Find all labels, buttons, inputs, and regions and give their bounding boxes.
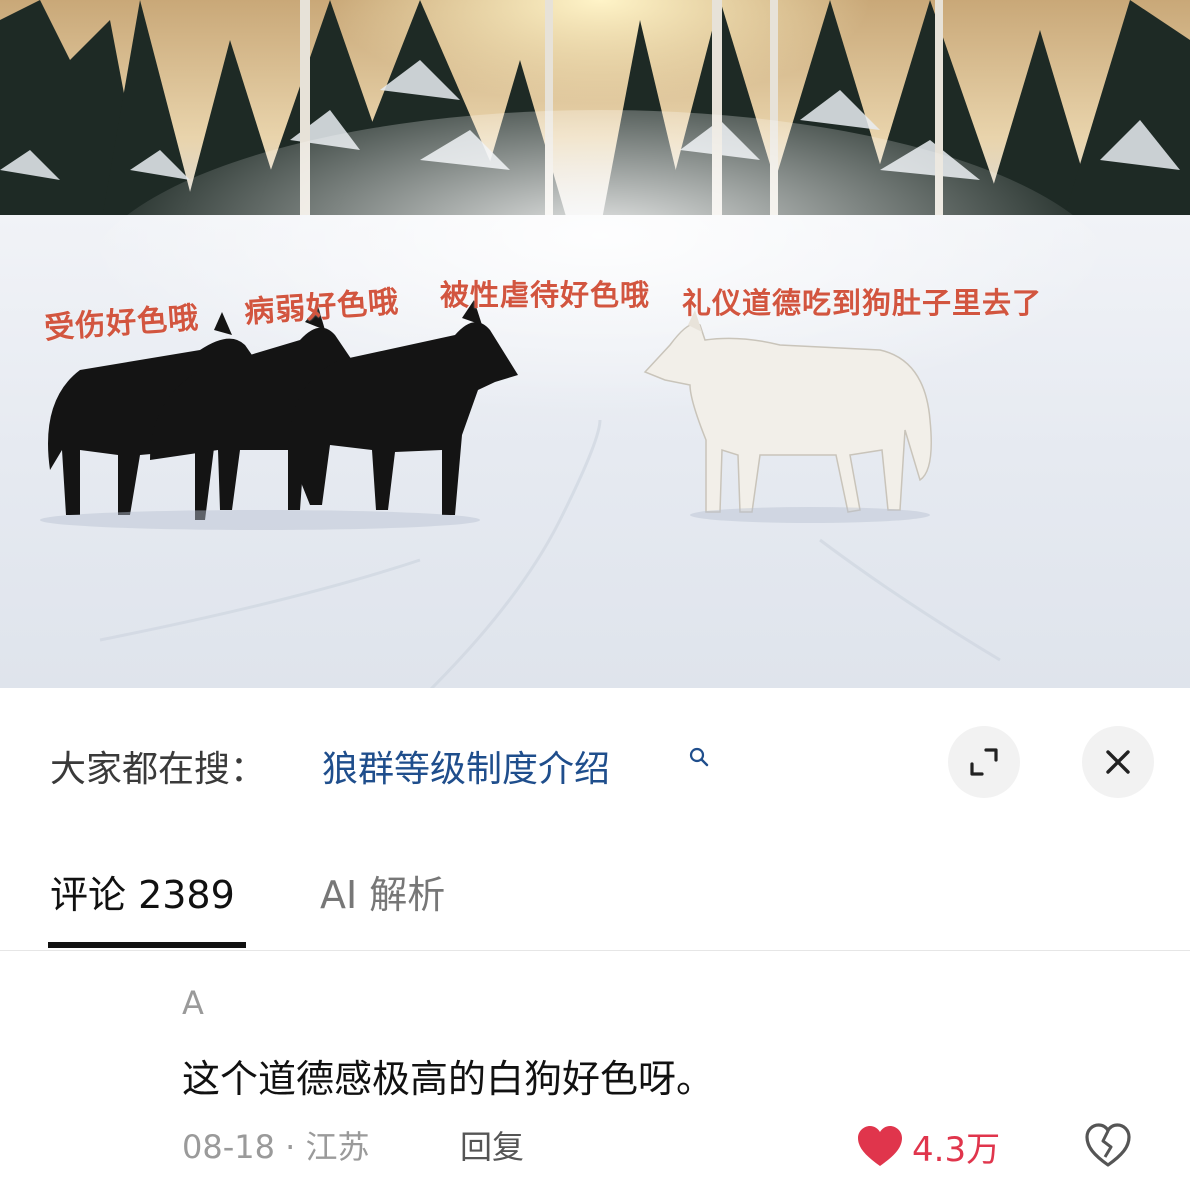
like-count: 4.3万 [912,1130,1001,1170]
comment-item: A 这个道德感极高的白狗好色呀。 08-18 · 江苏 回复 4.3万 [0,960,1190,1200]
reply-button[interactable]: 回复 [460,1122,524,1168]
tab-ai-analysis[interactable]: AI 解析 [320,864,445,919]
post-image[interactable]: 受伤好色哦 病弱好色哦 被性虐待好色哦 礼仪道德吃到狗肚子里去了 [0,0,1190,688]
search-prefix-label: 大家都在搜： [50,749,267,790]
close-icon [1106,750,1130,774]
winter-wolves-scene [0,0,1190,688]
expand-icon [970,748,998,776]
comment-author[interactable]: A [182,984,204,1022]
broken-heart-icon[interactable] [1084,1122,1132,1168]
heart-icon[interactable] [856,1124,904,1168]
comment-date-location: 08-18 · 江苏 [182,1128,370,1166]
active-tab-indicator [48,942,246,948]
comment-text: 这个道德感极高的白狗好色呀。 [182,1057,715,1101]
photo-caption-4: 礼仪道德吃到狗肚子里去了 [682,286,1043,320]
search-icon[interactable] [688,746,712,770]
tab-comments[interactable]: 评论 2389 [50,864,235,919]
photo-caption-3: 被性虐待好色哦 [440,278,651,312]
close-button[interactable] [1082,726,1154,798]
search-suggestion-link[interactable]: 狼群等级制度介绍 [322,740,610,792]
expand-button[interactable] [948,726,1020,798]
related-search-bar: 大家都在搜： 狼群等级制度介绍 [0,712,1190,822]
tab-bar: 评论 2389 AI 解析 [0,850,1190,951]
